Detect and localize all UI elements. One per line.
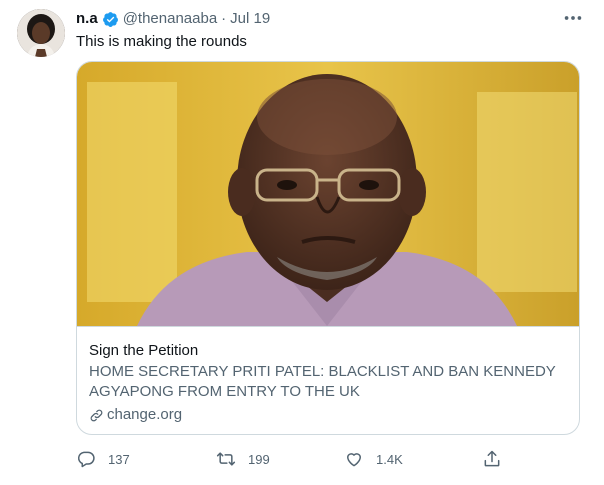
tweet-actions: 137 199 1.4K xyxy=(70,446,510,472)
card-domain[interactable]: change.org xyxy=(89,405,182,425)
card-title[interactable]: Sign the Petition xyxy=(89,341,198,361)
share-icon xyxy=(484,450,500,467)
separator-dot: · xyxy=(221,10,227,27)
avatar-image xyxy=(17,9,65,57)
card-domain-text: change.org xyxy=(107,406,183,423)
tweet-date[interactable]: Jul 19 xyxy=(230,9,270,29)
like-button[interactable]: 1.4K xyxy=(344,446,403,472)
card-description[interactable]: HOME SECRETARY PRITI PATEL: BLACKLIST AN… xyxy=(89,362,569,402)
author-name[interactable]: n.a xyxy=(76,9,98,29)
verified-badge-icon xyxy=(102,11,118,27)
like-count: 1.4K xyxy=(376,451,403,467)
card-image[interactable] xyxy=(77,62,579,326)
retweet-icon xyxy=(216,452,236,466)
reply-button[interactable]: 137 xyxy=(76,446,130,472)
reply-icon xyxy=(78,451,95,468)
author-handle[interactable]: @thenanaaba xyxy=(123,9,217,29)
reply-count: 137 xyxy=(108,451,130,467)
link-icon xyxy=(90,409,103,421)
tweet-text: This is making the rounds xyxy=(76,33,247,50)
link-card[interactable]: Sign the Petition HOME SECRETARY PRITI P… xyxy=(76,61,580,435)
tweet-header: n.a @thenanaaba · Jul 19 xyxy=(76,9,270,29)
more-options-icon[interactable] xyxy=(562,7,584,29)
author-avatar[interactable] xyxy=(17,9,65,57)
share-button[interactable] xyxy=(482,446,514,472)
like-icon xyxy=(347,453,361,467)
retweet-button[interactable]: 199 xyxy=(216,446,270,472)
card-body[interactable]: Sign the Petition HOME SECRETARY PRITI P… xyxy=(77,326,579,434)
retweet-count: 199 xyxy=(248,451,270,467)
